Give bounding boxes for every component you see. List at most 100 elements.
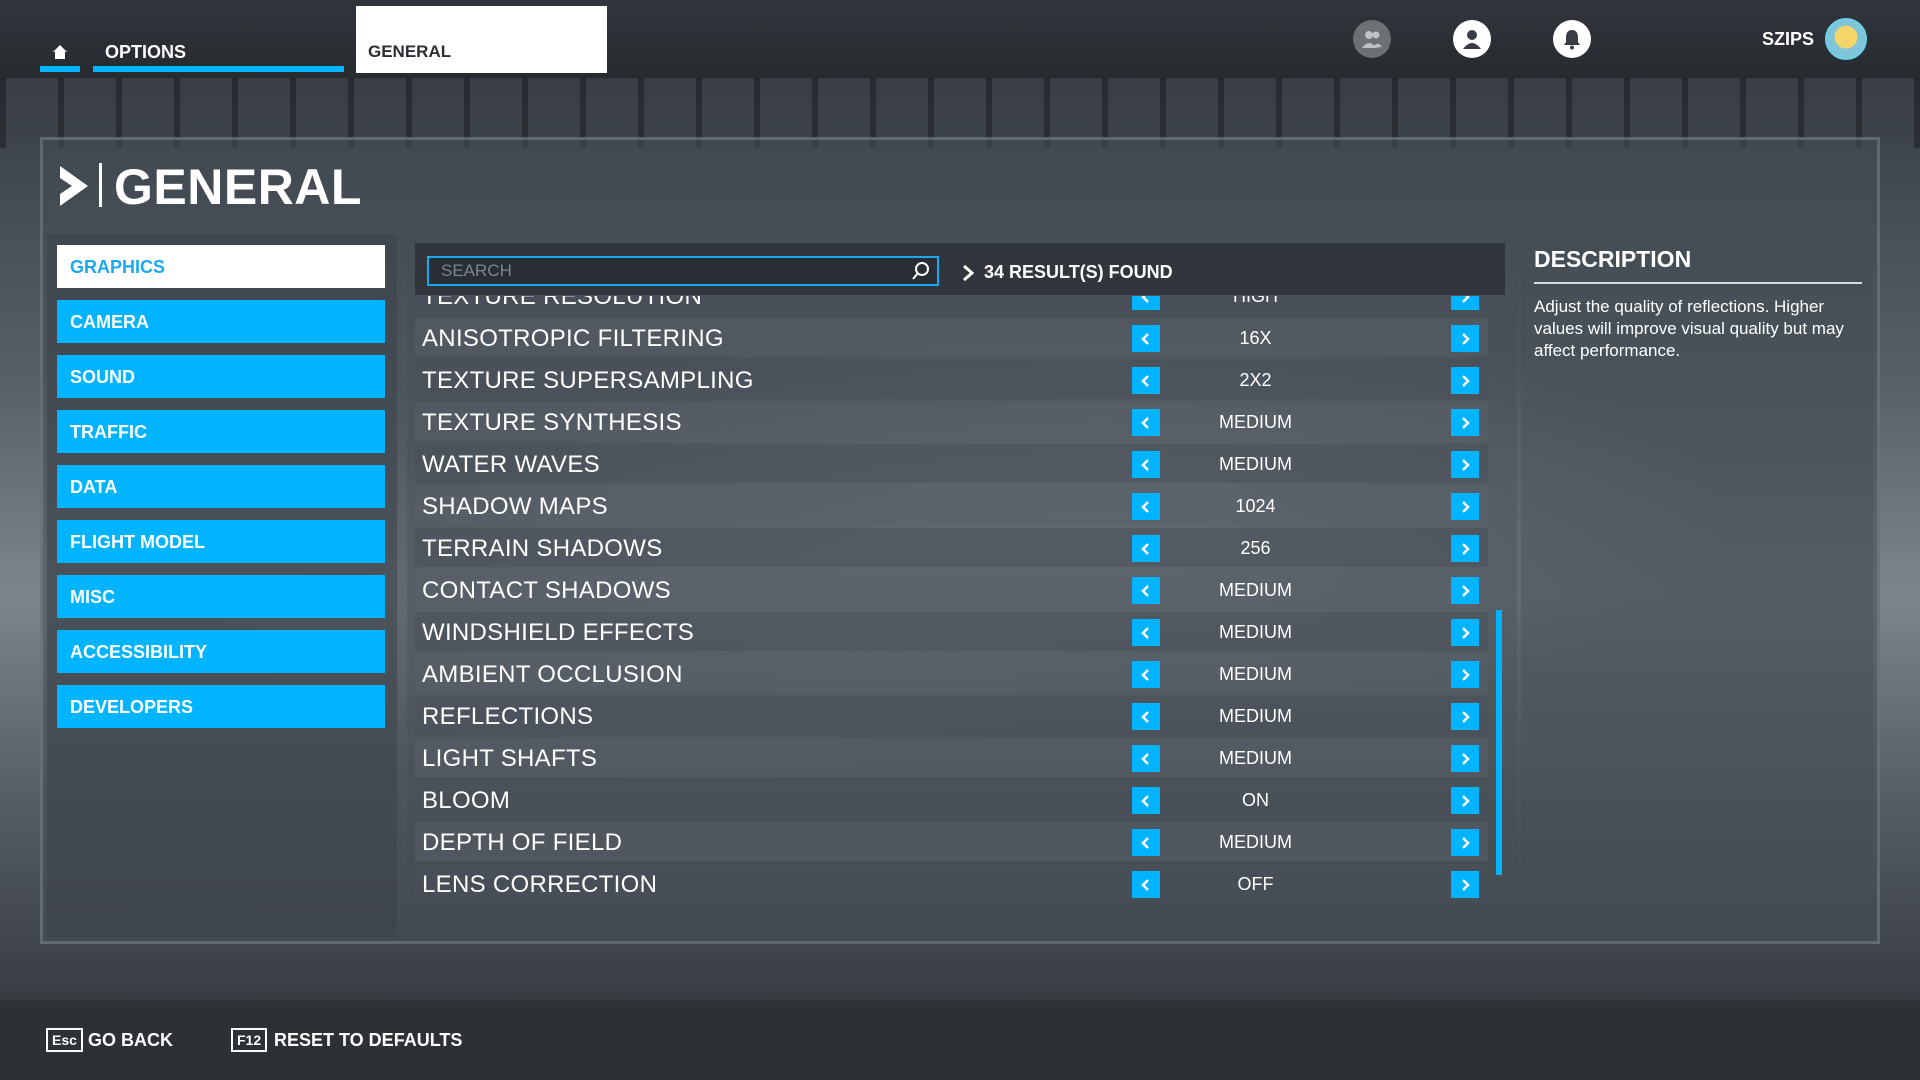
setting-label: CONTACT SHADOWS [422,577,671,604]
setting-value: HIGH [1233,296,1278,306]
tab-general-label: GENERAL [368,42,452,61]
setting-value: MEDIUM [1219,622,1292,642]
increase-button[interactable] [1451,296,1479,310]
setting-row[interactable]: TERRAIN SHADOWS 256 [415,528,1488,567]
setting-value: MEDIUM [1219,832,1292,852]
setting-value: OFF [1237,874,1274,894]
setting-label: LENS CORRECTION [422,871,658,898]
sidebar-item-misc[interactable]: MISC [57,575,385,618]
setting-label: LIGHT SHAFTS [422,745,598,772]
home-icon [53,45,67,59]
setting-value: MEDIUM [1219,454,1292,474]
setting-value: MEDIUM [1219,706,1292,726]
increase-button[interactable] [1451,661,1479,688]
setting-label: WINDSHIELD EFFECTS [422,619,695,646]
setting-value: 1024 [1235,496,1276,516]
search-icon[interactable] [911,261,931,281]
sidebar-item-sound[interactable]: SOUND [57,355,385,398]
setting-value: 16X [1239,328,1272,348]
scrollbar-thumb[interactable] [1496,610,1502,875]
increase-button[interactable] [1451,367,1479,394]
notifications-icon[interactable] [1553,20,1591,58]
increase-button[interactable] [1451,409,1479,436]
sidebar-item-flight-model[interactable]: FLIGHT MODEL [57,520,385,563]
increase-button[interactable] [1451,703,1479,730]
search-input[interactable] [429,258,901,284]
reset-to-defaults-button[interactable]: RESET TO DEFAULTS [274,1030,462,1051]
username[interactable]: SZIPS [1762,29,1814,50]
setting-row[interactable]: SHADOW MAPS 1024 [415,486,1488,525]
setting-value: 256 [1240,538,1271,558]
setting-row[interactable]: CONTACT SHADOWS MEDIUM [415,570,1488,609]
sidebar-item-data[interactable]: DATA [57,465,385,508]
setting-value: MEDIUM [1219,664,1292,684]
increase-button[interactable] [1451,535,1479,562]
description-divider [1534,282,1862,284]
increase-button[interactable] [1451,325,1479,352]
results-count: 34 RESULT(S) FOUND [962,262,1173,283]
tab-options-label: OPTIONS [105,42,187,62]
chevron-right-icon [60,166,88,206]
increase-button[interactable] [1451,745,1479,772]
sidebar-item-developers[interactable]: DEVELOPERS [57,685,385,728]
results-text: 34 RESULT(S) FOUND [984,262,1173,282]
setting-row[interactable]: LIGHT SHAFTS MEDIUM [415,738,1488,777]
increase-button[interactable] [1451,871,1479,898]
increase-button[interactable] [1451,493,1479,520]
increase-button[interactable] [1451,619,1479,646]
setting-label: DEPTH OF FIELD [422,829,623,856]
setting-label: TEXTURE SYNTHESIS [422,409,682,436]
setting-row[interactable]: TEXTURE SUPERSAMPLING 2X2 [415,360,1488,399]
setting-row[interactable]: DEPTH OF FIELD MEDIUM [415,822,1488,861]
page-title: GENERAL [114,159,362,215]
go-back-button[interactable]: GO BACK [88,1030,173,1051]
description-text: Adjust the quality of reflections. Highe… [1534,297,1844,360]
increase-button[interactable] [1451,577,1479,604]
tab-options[interactable]: OPTIONS [93,36,344,72]
setting-row[interactable]: BLOOM ON [415,780,1488,819]
settings-list[interactable]: TEXTURE RESOLUTION HIGH ANISOTROPIC FILT… [415,296,1488,926]
search-box [427,256,939,286]
setting-label: TEXTURE RESOLUTION [422,296,703,310]
profile-icon[interactable] [1453,20,1491,58]
setting-value: ON [1242,790,1269,810]
sidebar-item-graphics[interactable]: GRAPHICS [57,245,385,288]
setting-row[interactable]: WINDSHIELD EFFECTS MEDIUM [415,612,1488,651]
setting-label: REFLECTIONS [422,703,594,730]
setting-label: WATER WAVES [422,451,600,478]
setting-row[interactable]: ANISOTROPIC FILTERING 16X [415,318,1488,357]
setting-label: TERRAIN SHADOWS [422,535,663,562]
increase-button[interactable] [1451,829,1479,856]
sidebar-item-traffic[interactable]: TRAFFIC [57,410,385,453]
sidebar-item-accessibility[interactable]: ACCESSIBILITY [57,630,385,673]
setting-value: MEDIUM [1219,748,1292,768]
setting-row[interactable]: TEXTURE RESOLUTION HIGH [415,296,1488,315]
setting-row[interactable]: REFLECTIONS MEDIUM [415,696,1488,735]
setting-value: 2X2 [1239,370,1272,390]
avatar[interactable] [1825,18,1867,60]
tab-general[interactable]: GENERAL [356,6,607,73]
setting-label: TEXTURE SUPERSAMPLING [422,367,754,394]
home-tab[interactable] [40,36,80,72]
setting-value: MEDIUM [1219,412,1292,432]
increase-button[interactable] [1451,787,1479,814]
top-bar: OPTIONS GENERAL SZIPS [0,0,1920,78]
friends-icon[interactable] [1353,20,1391,58]
sidebar-item-camera[interactable]: CAMERA [57,300,385,343]
setting-row[interactable]: TEXTURE SYNTHESIS MEDIUM [415,402,1488,441]
setting-label: AMBIENT OCCLUSION [422,661,683,688]
setting-row[interactable]: WATER WAVES MEDIUM [415,444,1488,483]
setting-label: BLOOM [422,787,511,814]
sidebar: GRAPHICS CAMERA SOUND TRAFFIC DATA FLIGH… [47,234,397,938]
f12-key-icon: F12 [231,1028,268,1052]
setting-row[interactable]: LENS CORRECTION OFF [415,864,1488,903]
esc-key-icon: Esc [46,1028,83,1052]
title-divider [99,163,102,207]
setting-label: ANISOTROPIC FILTERING [422,325,724,352]
chevron-right-icon [963,264,974,281]
setting-row[interactable]: AMBIENT OCCLUSION MEDIUM [415,654,1488,693]
setting-value: MEDIUM [1219,580,1292,600]
description-title: DESCRIPTION [1534,246,1692,272]
setting-label: SHADOW MAPS [422,493,608,520]
increase-button[interactable] [1451,451,1479,478]
